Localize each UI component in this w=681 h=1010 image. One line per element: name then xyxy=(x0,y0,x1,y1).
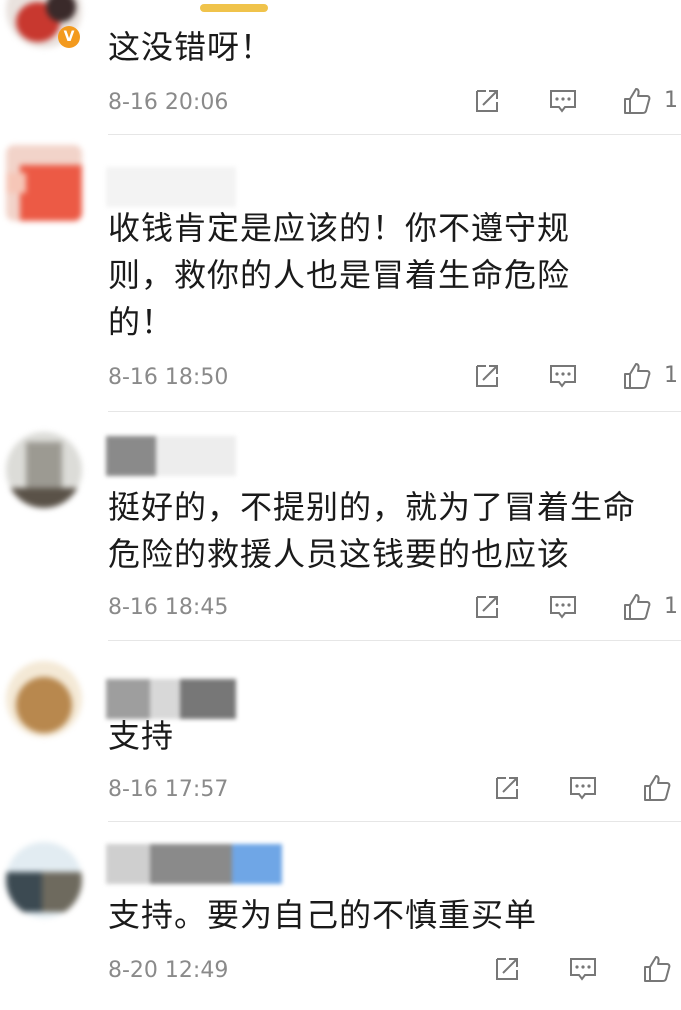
username-redacted xyxy=(106,436,236,476)
comment-actions: 1 xyxy=(470,86,681,118)
divider xyxy=(108,640,681,641)
comment-actions xyxy=(490,773,681,805)
share-icon[interactable] xyxy=(472,592,502,622)
avatar[interactable] xyxy=(6,842,82,918)
scroll-indicator xyxy=(200,4,268,12)
comment-actions: 1 xyxy=(470,592,681,624)
thumbs-up-icon[interactable] xyxy=(622,361,652,391)
comment-text: 挺好的，不提别的，就为了冒着生命危险的救援人员这钱要的也应该 xyxy=(108,488,637,573)
share-icon[interactable] xyxy=(492,773,522,803)
comment-time: 8-16 17:57 xyxy=(108,777,229,802)
thumbs-up-icon[interactable] xyxy=(642,954,672,984)
avatar[interactable] xyxy=(6,661,82,737)
comment-icon[interactable] xyxy=(548,361,578,391)
comment-time: 8-16 18:50 xyxy=(108,365,229,390)
comment-icon[interactable] xyxy=(548,86,578,116)
divider xyxy=(108,411,681,412)
divider xyxy=(108,821,681,822)
username-redacted xyxy=(106,844,282,884)
share-icon[interactable] xyxy=(492,954,522,984)
divider xyxy=(108,134,681,135)
thumbs-up-icon[interactable] xyxy=(622,86,652,116)
like-count: 1 xyxy=(664,363,678,388)
verified-badge-icon: V xyxy=(58,26,80,48)
like-count: 1 xyxy=(664,88,678,113)
comment-time: 8-16 18:45 xyxy=(108,595,229,620)
comment-actions xyxy=(490,954,681,986)
comment-text: 支持。要为自己的不慎重买单 xyxy=(108,896,538,934)
comment-text: 收钱肯定是应该的！你不遵守规则，救你的人也是冒着生命危险的！ xyxy=(108,209,571,341)
comment-icon[interactable] xyxy=(568,954,598,984)
share-icon[interactable] xyxy=(472,361,502,391)
thumbs-up-icon[interactable] xyxy=(622,592,652,622)
comment-actions: 1 xyxy=(470,361,681,393)
share-icon[interactable] xyxy=(472,86,502,116)
comment-text: 支持 xyxy=(108,717,175,755)
comment-icon[interactable] xyxy=(548,592,578,622)
comment-icon[interactable] xyxy=(568,773,598,803)
avatar[interactable] xyxy=(6,145,82,221)
username-redacted xyxy=(106,167,236,207)
like-count: 1 xyxy=(664,594,678,619)
avatar[interactable] xyxy=(6,432,82,508)
comment-text: 这没错呀！ xyxy=(108,28,274,66)
comment-time: 8-20 12:49 xyxy=(108,958,229,983)
thumbs-up-icon[interactable] xyxy=(642,773,672,803)
comment-time: 8-16 20:06 xyxy=(108,90,229,115)
